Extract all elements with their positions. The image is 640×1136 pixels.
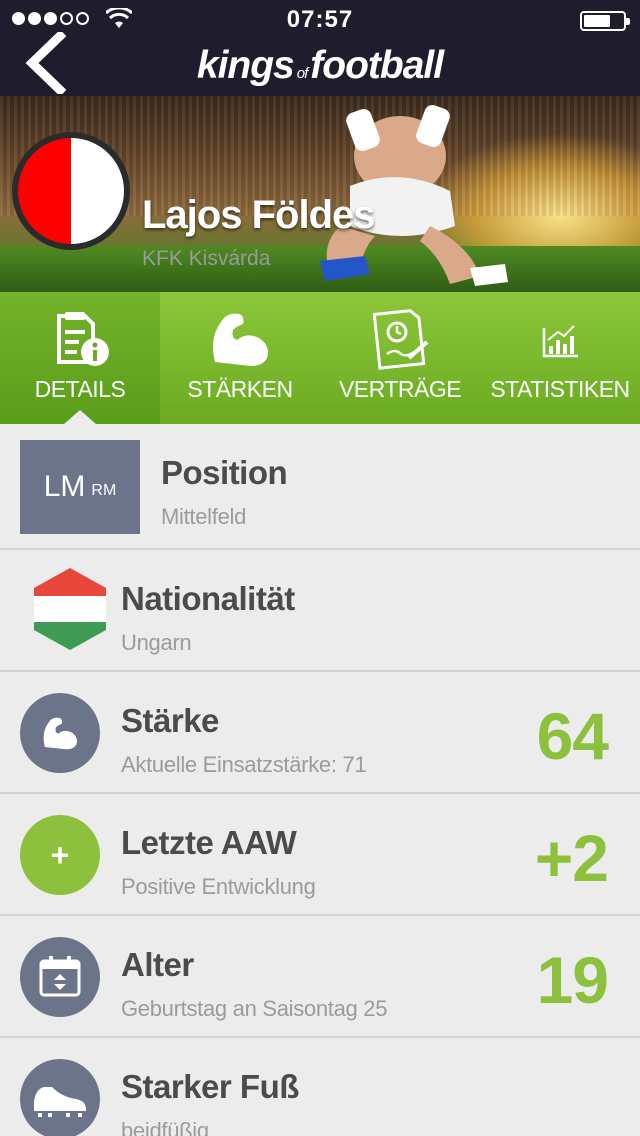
list-item-strength[interactable]: Stärke Aktuelle Einsatzstärke: 71 64 [0,672,640,794]
tab-label: STATISTIKEN [490,376,630,402]
position-primary: LM [43,470,86,503]
item-title: Stärke [121,702,219,739]
tab-details[interactable]: DETAILS [0,292,160,424]
item-subtitle: Positive Entwicklung [121,874,316,899]
list-item-nationality[interactable]: Nationalität Ungarn [0,550,640,672]
details-clipboard-icon [57,312,109,366]
item-title: Letzte AAW [121,824,297,861]
tab-label: STÄRKEN [187,376,293,402]
details-list: LM RM Position Mittelfeld Nationalität U… [0,424,640,1136]
battery-icon [580,11,630,31]
item-subtitle: Mittelfeld [161,504,247,529]
item-title: Starker Fuß [121,1068,299,1105]
flexed-arm-icon [43,717,77,750]
status-bar: 07:57 [0,0,640,40]
list-item-age[interactable]: Alter Geburtstag an Saisontag 25 19 [0,916,640,1038]
flexed-arm-icon [213,313,268,366]
club-badge [12,132,130,250]
item-subtitle: Geburtstag an Saisontag 25 [121,996,388,1021]
item-subtitle: Ungarn [121,630,192,655]
logo-kings: kings [196,44,295,87]
tab-statistiken[interactable]: STATISTIKEN [480,292,640,424]
position-badge: LM RM [20,440,140,534]
logo-football: football [310,44,444,87]
club-color-red [18,138,71,244]
age-icon-circle [20,937,100,1017]
bar-chart-icon [542,325,578,358]
age-value: 19 [536,943,609,1017]
football-boot-icon [34,1087,86,1117]
item-subtitle: Aktuelle Einsatzstärke: 71 [121,752,367,777]
app-logo: kings offootball [0,44,640,88]
item-title: Alter [121,946,194,983]
item-subtitle: beidfüßig [121,1118,209,1136]
calendar-icon [39,956,81,997]
position-secondary: RM [91,482,117,499]
tab-bar: DETAILS STÄRKEN VERTRÄGE STATISTIKEN [0,292,640,424]
foot-icon-circle [20,1059,100,1136]
item-title: Nationalität [121,580,295,617]
club-color-white [71,138,124,244]
item-title: Position [161,454,288,491]
status-time: 07:57 [286,6,354,33]
strength-icon-circle [20,693,100,773]
player-club[interactable]: KFK Kisvárda [142,247,270,271]
list-item-last-aaw[interactable]: + Letzte AAW Positive Entwicklung +2 [0,794,640,916]
player-name: Lajos Földes [142,193,375,237]
top-bar: 07:57 kings offootball [0,0,640,96]
tab-vertraege[interactable]: VERTRÄGE [320,292,480,424]
contract-document-icon [372,309,429,370]
tab-label: VERTRÄGE [338,376,462,402]
list-item-position[interactable]: LM RM Position Mittelfeld [0,424,640,550]
plus-icon: + [20,815,100,895]
list-item-strong-foot[interactable]: Starker Fuß beidfüßig [0,1038,640,1136]
logo-of: of [296,65,308,82]
aaw-value: +2 [534,821,609,895]
hungary-flag-icon [34,568,106,650]
strength-value: 64 [536,699,609,773]
tab-staerken[interactable]: STÄRKEN [160,292,320,424]
active-tab-indicator [64,410,96,424]
tab-label: DETAILS [34,376,126,402]
